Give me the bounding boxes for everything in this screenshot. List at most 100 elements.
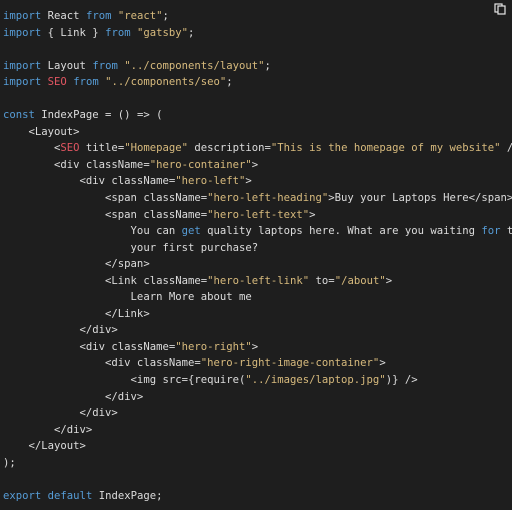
code-token: <Link className=: [3, 274, 208, 287]
code-line: <span className="hero-left-text">: [3, 207, 512, 224]
code-line: <SEO title="Homepage" description="This …: [3, 140, 512, 157]
code-line: export default IndexPage;: [3, 488, 512, 505]
code-token: import: [3, 59, 42, 72]
code-token: <div className=: [3, 158, 150, 171]
code-token: { Link }: [41, 26, 106, 39]
code-token: <div className=: [3, 357, 201, 370]
code-line: import React from "react";: [3, 8, 512, 25]
code-line: const IndexPage = () => (: [3, 107, 512, 124]
code-token: IndexPage = () => (: [34, 109, 163, 122]
code-token: export: [3, 489, 42, 502]
code-token: description=: [187, 142, 271, 155]
code-token: <Layout>: [3, 125, 80, 138]
code-line: <div className="hero-left">: [3, 173, 512, 190]
code-token: ;: [162, 10, 169, 22]
code-token: >: [385, 274, 393, 287]
code-token: "hero-left-text": [207, 208, 310, 221]
code-token: <span className=: [3, 192, 208, 205]
code-token: "../components/layout": [124, 59, 265, 72]
code-token: >Buy your Laptops Here</span>: [328, 192, 512, 205]
code-token: </div>: [3, 407, 118, 420]
code-token: ;: [264, 59, 271, 72]
code-line: ​: [3, 91, 512, 108]
code-line: );: [3, 455, 512, 472]
code-line: <Layout>: [3, 124, 512, 141]
code-token: to make: [506, 225, 512, 238]
code-token: </span>: [3, 258, 150, 271]
code-line: <Link className="hero-left-link" to="/ab…: [3, 273, 512, 290]
code-token: </div>: [3, 324, 118, 337]
code-token: "hero-left": [175, 175, 246, 188]
code-token: React: [41, 10, 86, 22]
code-token: >: [245, 175, 252, 188]
code-line: <div className="hero-right">: [3, 339, 512, 356]
code-block: import React from "react"; import { Link …: [0, 0, 512, 510]
code-token: from: [85, 10, 112, 22]
code-token: "hero-container": [149, 158, 252, 171]
code-token: "../images/laptop.jpg": [245, 374, 386, 387]
code-token: "../components/seo": [105, 76, 227, 89]
code-line: your first purchase?: [3, 240, 512, 257]
code-token: <div className=: [3, 340, 176, 353]
code-token: "hero-left-link": [207, 274, 310, 287]
code-token: quality laptops here. What are you waiti…: [200, 225, 482, 238]
source-code: import React from "react"; import { Link …: [3, 8, 512, 504]
code-line: </Layout>: [3, 438, 512, 455]
code-token: from: [105, 26, 131, 39]
code-token: );: [3, 456, 16, 469]
code-token: </div>: [3, 390, 144, 403]
code-token: >: [251, 340, 259, 353]
code-token: "react": [117, 10, 163, 22]
code-line: ​: [3, 41, 512, 58]
code-line: </Link>: [3, 306, 512, 323]
code-token: "hero-right": [175, 340, 252, 353]
code-token: IndexPage;: [92, 489, 163, 502]
code-token: "hero-left-heading": [207, 192, 329, 205]
code-token: Learn More about me: [3, 291, 252, 304]
code-line: </div>: [3, 322, 512, 339]
code-token: "This is the homepage of my website": [270, 142, 501, 155]
code-token: <: [3, 142, 61, 155]
code-line: import SEO from "../components/seo";: [3, 74, 512, 91]
code-token: your first purchase?: [3, 241, 259, 254]
code-line: import { Link } from "gatsby";: [3, 25, 512, 42]
code-token: />: [501, 142, 512, 154]
code-line: </div>: [3, 422, 512, 439]
code-token: "Homepage": [124, 142, 188, 155]
code-token: to=: [309, 274, 335, 287]
code-line: </div>: [3, 389, 512, 406]
code-line: You can get quality laptops here. What a…: [3, 223, 512, 240]
code-token: from: [92, 59, 118, 72]
code-token: You can: [3, 225, 182, 238]
code-line: <img src={require("../images/laptop.jpg"…: [3, 372, 512, 389]
code-token: from: [73, 76, 99, 89]
code-line: import Layout from "../components/layout…: [3, 58, 512, 75]
code-token: "/about": [334, 274, 386, 287]
code-token: </div>: [3, 423, 93, 436]
code-token: </Link>: [3, 307, 150, 320]
code-token: SEO: [47, 76, 67, 89]
code-token: ;: [188, 26, 195, 39]
code-token: <span className=: [3, 208, 208, 221]
code-token: ;: [226, 76, 233, 89]
code-line: Learn More about me: [3, 289, 512, 306]
code-token: import: [3, 76, 42, 89]
code-line: </span>: [3, 256, 512, 273]
code-token: import: [3, 10, 42, 22]
code-token: >: [379, 357, 386, 370]
code-token: for: [481, 225, 501, 238]
code-token: "gatsby": [136, 26, 188, 39]
code-token: import: [3, 26, 42, 39]
code-token: default: [47, 489, 93, 502]
code-token: <div className=: [3, 175, 176, 188]
code-line: <div className="hero-container">: [3, 157, 512, 174]
code-line: ​: [3, 471, 512, 488]
code-line: <div className="hero-right-image-contain…: [3, 355, 512, 372]
code-token: </Layout>: [3, 440, 86, 453]
code-token: Layout: [41, 59, 93, 72]
code-token: get: [181, 225, 201, 238]
code-token: title=: [79, 142, 125, 155]
copy-icon[interactable]: [494, 3, 506, 15]
code-line: </div>: [3, 405, 512, 422]
code-token: <img src={require(: [3, 374, 246, 387]
